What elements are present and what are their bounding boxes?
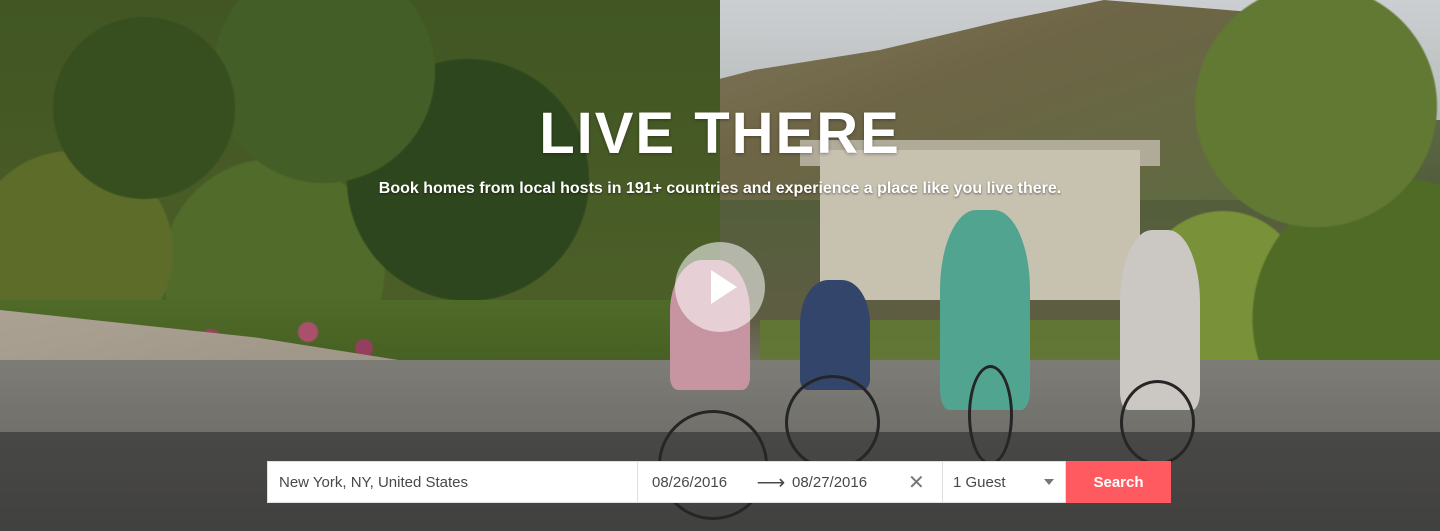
checkout-date-field[interactable]: 08/27/2016 [792,474,890,491]
checkin-date-field[interactable]: 08/26/2016 [652,474,750,491]
hero-title: LIVE THERE [539,101,901,166]
location-input[interactable] [267,461,637,503]
search-bar: 08/26/2016 ⟶ 08/27/2016 ✕ 1 Guest Search [267,461,1171,503]
hero-section: LIVE THERE Book homes from local hosts i… [0,0,1440,531]
close-icon[interactable]: ✕ [908,470,925,495]
guests-select[interactable]: 1 Guest [942,461,1066,503]
caret-down-icon [1044,479,1054,485]
play-video-button[interactable] [675,242,765,332]
hero-subtitle: Book homes from local hosts in 191+ coun… [378,180,1062,197]
arrow-right-icon: ⟶ [756,471,786,494]
guests-value: 1 Guest [953,473,1006,491]
date-range-picker[interactable]: 08/26/2016 ⟶ 08/27/2016 ✕ [637,461,942,503]
search-button[interactable]: Search [1066,461,1171,503]
play-icon [711,270,737,304]
